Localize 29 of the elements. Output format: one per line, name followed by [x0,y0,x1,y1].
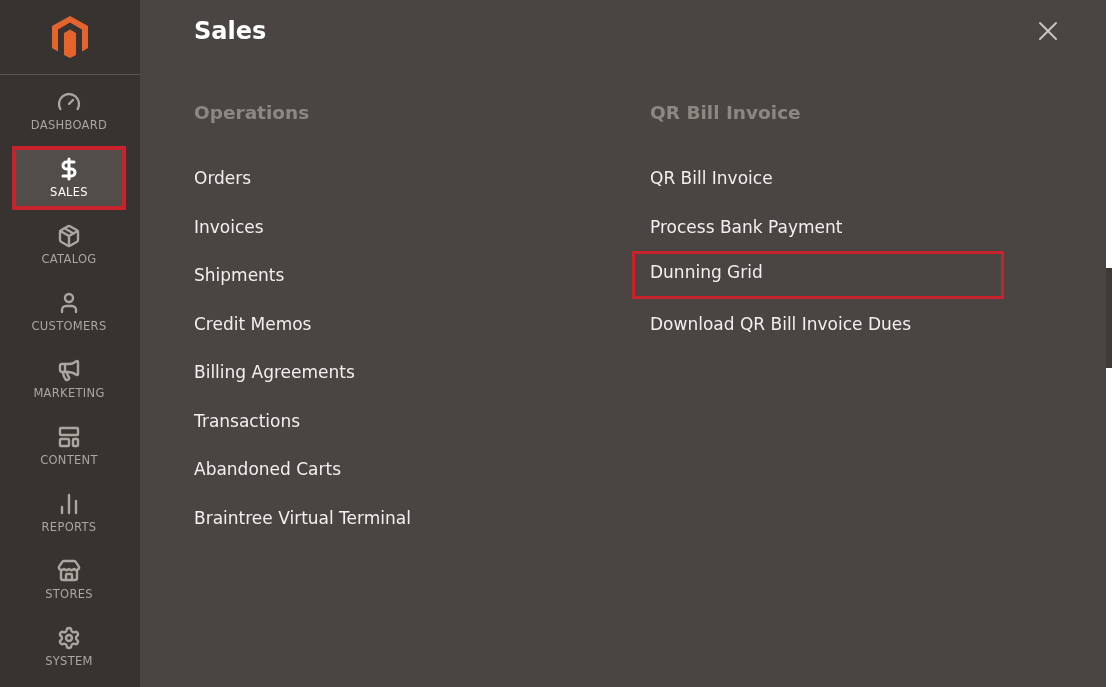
section-heading: Operations [194,102,311,125]
menu-link[interactable]: Orders [176,160,270,209]
menu-link[interactable]: Download QR Bill Invoice Dues [632,305,930,354]
nav-icon [57,626,81,650]
nav-item[interactable]: CATALOG [12,213,126,277]
nav-item[interactable]: REPORTS [12,481,126,545]
nav-icon [57,224,81,248]
menu-link[interactable]: Credit Memos [176,305,330,354]
panel-title: Sales [194,17,267,45]
menu-link[interactable]: QR Bill Invoice [632,160,791,209]
nav-item[interactable]: SYSTEM [12,615,126,679]
menu-link[interactable]: Shipments [176,257,303,306]
menu-link[interactable]: Billing Agreements [176,354,373,403]
nav-item[interactable]: CONTENT [12,414,126,478]
nav-item[interactable]: CUSTOMERS [12,280,126,344]
nav-icon [57,425,81,449]
nav-item[interactable]: DASHBOARD [12,79,126,143]
nav-item[interactable]: MARKETING [12,347,126,411]
menu-link[interactable]: Braintree Virtual Terminal [176,499,429,548]
nav-item[interactable]: SALES [12,146,126,210]
menu-link[interactable]: Invoices [176,208,282,257]
menu-link[interactable]: Abandoned Carts [176,451,360,500]
logo-icon [52,16,88,58]
menu-link[interactable]: Dunning Grid [632,251,1004,299]
section-heading: QR Bill Invoice [650,102,802,125]
nav-icon [57,358,81,382]
nav-icon [57,559,81,583]
nav-item[interactable]: STORES [12,548,126,612]
menu-link[interactable]: Transactions [176,402,319,451]
